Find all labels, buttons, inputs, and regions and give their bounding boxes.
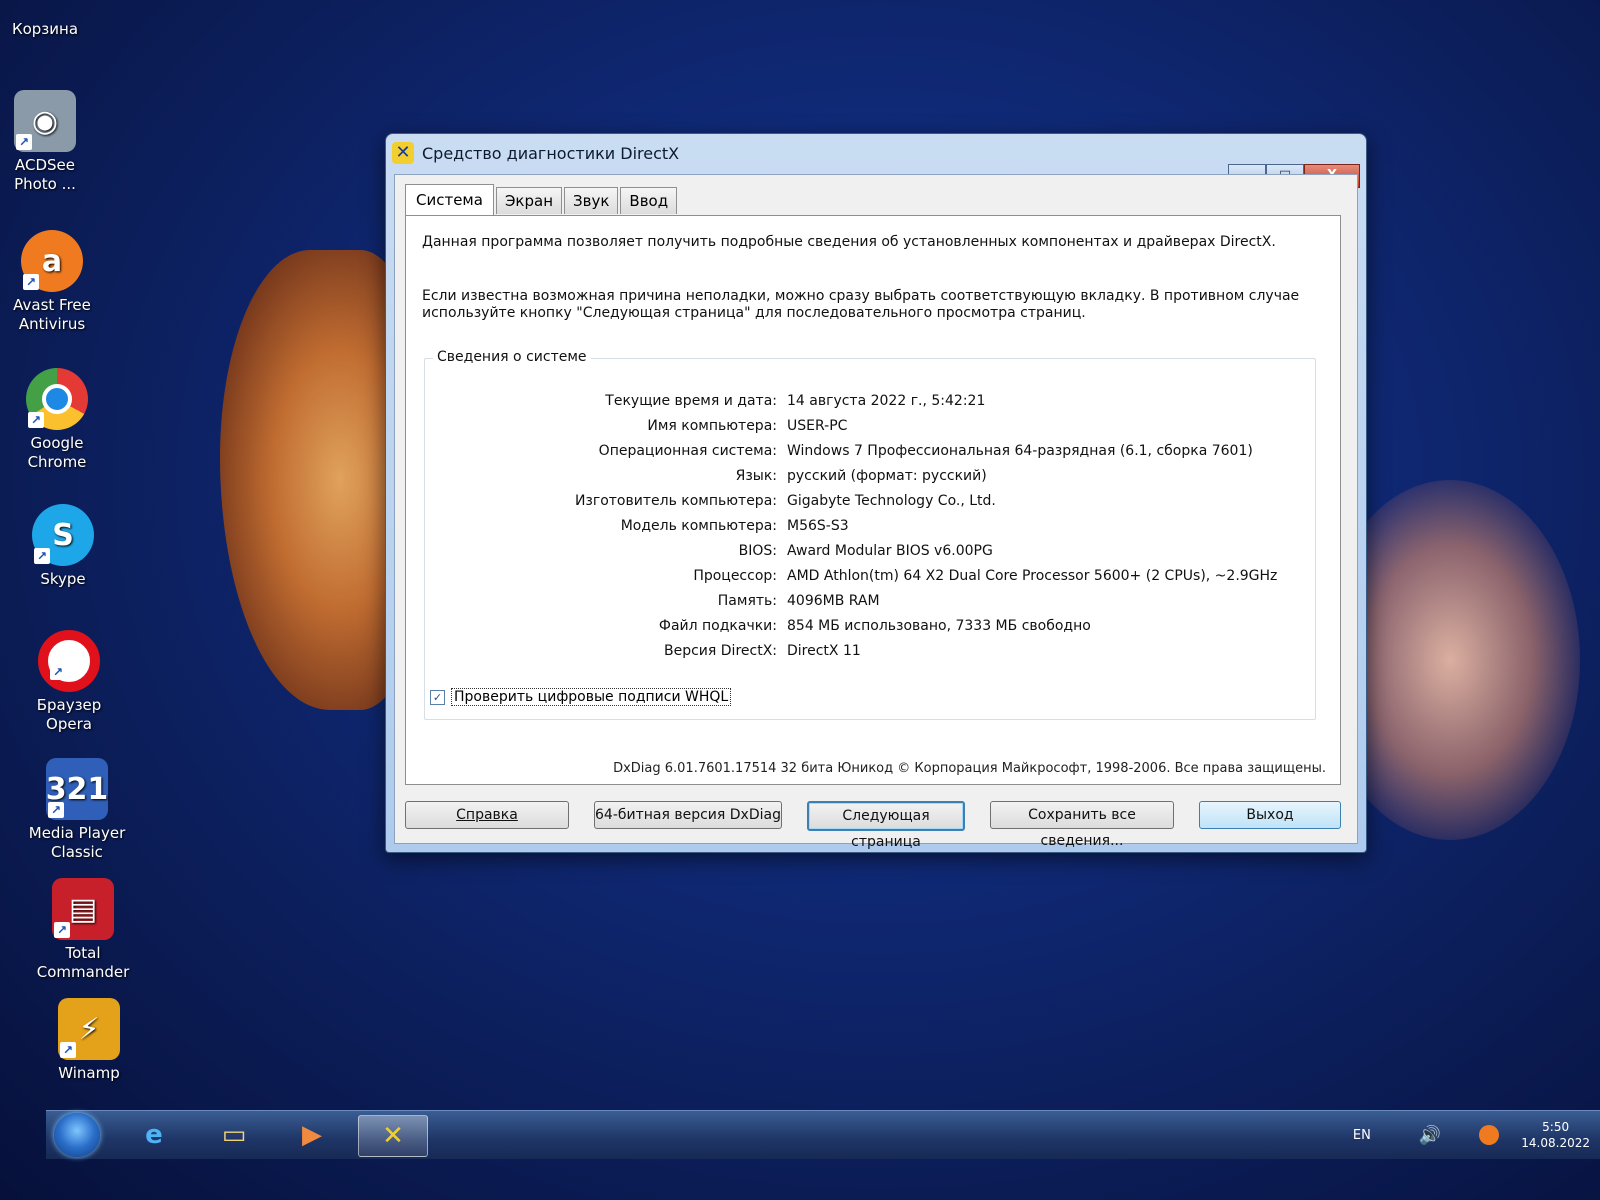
info-row-processor: Процессор: AMD Athlon(tm) 64 X2 Dual Core… [425, 564, 1315, 589]
info-value: 854 МБ использовано, 7333 МБ свободно [787, 618, 1091, 634]
info-label: Память: [717, 593, 777, 609]
internet-explorer-icon[interactable]: e [124, 1115, 184, 1155]
info-row-datetime: Текущие время и дата: 14 августа 2022 г.,… [425, 389, 1315, 414]
info-value: 4096MB RAM [787, 593, 880, 609]
desktop-icon-chrome[interactable]: ↗ Google Chrome [2, 368, 112, 472]
help-button[interactable]: Справка [405, 801, 569, 829]
info-value: USER-PC [787, 418, 848, 434]
clock[interactable]: 5:50 14.08.2022 [1521, 1119, 1590, 1151]
dxdiag-64bit-button[interactable]: 64-битная версия DxDiag [594, 801, 782, 829]
tab-sound[interactable]: Звук [564, 187, 619, 214]
whql-checkbox-row[interactable]: ✓ Проверить цифровые подписи WHQL [430, 688, 732, 706]
desktop-icon-winamp[interactable]: ⚡ ↗ Winamp [34, 998, 144, 1083]
info-value: русский (формат: русский) [787, 468, 987, 484]
info-value: Gigabyte Technology Co., Ltd. [787, 493, 996, 509]
window-titlebar[interactable]: ✕ Средство диагностики DirectX — □ X [386, 134, 1366, 188]
info-label: Имя компьютера: [647, 418, 777, 434]
clock-time: 5:50 [1542, 1120, 1570, 1134]
desktop-icon-label: Winamp [58, 1064, 120, 1082]
chrome-icon: ↗ [26, 368, 88, 430]
desktop-icon-label: Google Chrome [27, 434, 87, 471]
directx-icon: ✕ [392, 142, 414, 164]
window-client: Система Экран Звук Ввод Данная программа… [394, 174, 1358, 850]
desktop-icon-label: Корзина [11, 20, 79, 38]
media-player-classic-icon: 321 ↗ [46, 758, 108, 820]
desktop-icon-media-player-classic[interactable]: 321 ↗ Media Player Classic [22, 758, 132, 862]
info-row-computer-name: Имя компьютера: USER-PC [425, 414, 1315, 439]
info-label: Версия DirectX: [664, 643, 777, 659]
desktop-icon-label: Total Commander [36, 944, 130, 981]
dxdiag-taskbar-icon[interactable]: ✕ [358, 1115, 428, 1157]
info-value: Award Modular BIOS v6.00PG [787, 543, 993, 559]
info-row-language: Язык: русский (формат: русский) [425, 464, 1315, 489]
info-label: Операционная система: [598, 443, 777, 459]
language-indicator[interactable]: EN [1353, 1128, 1371, 1143]
taskbar: e ▭ ▶ ✕ EN 🔊 5:50 14.08.2022 [46, 1110, 1600, 1159]
info-label: Модель компьютера: [620, 518, 777, 534]
info-value: AMD Athlon(tm) 64 X2 Dual Core Processor… [787, 568, 1278, 584]
whql-checkbox-label[interactable]: Проверить цифровые подписи WHQL [451, 688, 732, 706]
desktop-icon-label: Media Player Classic [28, 824, 126, 861]
info-label: BIOS: [738, 543, 777, 559]
desktop-icon-recycle-bin[interactable]: Корзина [0, 0, 100, 39]
info-row-manufacturer: Изготовитель компьютера: Gigabyte Technol… [425, 489, 1315, 514]
desktop-icon-total-commander[interactable]: ▤ ↗ Total Commander [28, 878, 138, 982]
info-row-bios: BIOS: Award Modular BIOS v6.00PG [425, 539, 1315, 564]
whql-checkbox[interactable]: ✓ [430, 689, 445, 705]
intro-hint-text: Если известна возможная причина неполадк… [422, 288, 1300, 321]
tab-system[interactable]: Система [405, 184, 494, 215]
start-button[interactable] [54, 1113, 100, 1157]
copyright-text: DxDiag 6.01.7601.17514 32 бита Юникод © … [613, 761, 1326, 776]
volume-icon[interactable]: 🔊 [1419, 1125, 1441, 1146]
system-tray: EN 🔊 5:50 14.08.2022 [1353, 1111, 1590, 1159]
window-title: Средство диагностики DirectX [422, 144, 680, 163]
desktop-icon-skype[interactable]: S ↗ Skype [8, 504, 118, 589]
desktop-icon-label: Avast Free Antivirus [13, 296, 91, 333]
total-commander-icon: ▤ ↗ [52, 878, 114, 940]
desktop-icon-label: ACDSee Photo ... [14, 156, 76, 193]
info-value: Windows 7 Профессиональная 64-разрядная … [787, 443, 1253, 459]
info-label: Процессор: [693, 568, 777, 584]
file-explorer-icon[interactable]: ▭ [204, 1115, 264, 1155]
info-label: Язык: [735, 468, 777, 484]
system-info-rows: Текущие время и дата: 14 августа 2022 г.,… [425, 389, 1315, 664]
winamp-icon: ⚡ ↗ [58, 998, 120, 1060]
media-player-icon[interactable]: ▶ [282, 1115, 342, 1155]
exit-button[interactable]: Выход [1199, 801, 1341, 829]
tab-display[interactable]: Экран [495, 187, 563, 214]
tab-input[interactable]: Ввод [620, 187, 678, 214]
acdsee-icon: ◉ ↗ [14, 90, 76, 152]
clock-date: 14.08.2022 [1521, 1136, 1590, 1150]
info-row-directx-version: Версия DirectX: DirectX 11 [425, 639, 1315, 664]
desktop-icon-label: Skype [40, 570, 86, 588]
tab-strip: Система Экран Звук Ввод [405, 184, 679, 215]
skype-icon: S ↗ [32, 504, 94, 566]
info-label: Текущие время и дата: [605, 393, 777, 409]
avast-icon: a ↗ [21, 230, 83, 292]
opera-icon: ↗ [38, 630, 100, 692]
info-row-os: Операционная система: Windows 7 Профессио… [425, 439, 1315, 464]
desktop-icon-opera[interactable]: ↗ Браузер Opera [14, 630, 124, 734]
save-all-info-button[interactable]: Сохранить все сведения... [990, 801, 1174, 849]
group-title: Сведения о системе [433, 349, 591, 365]
info-value: DirectX 11 [787, 643, 861, 659]
info-label: Файл подкачки: [658, 618, 777, 634]
dxdiag-window: ✕ Средство диагностики DirectX — □ X Сис… [385, 133, 1367, 853]
button-row: Справка 64-битная версия DxDiag Следующа… [405, 801, 1341, 850]
info-value: M56S-S3 [787, 518, 849, 534]
system-tab-panel: Данная программа позволяет получить подр… [405, 215, 1341, 785]
desktop-icon-acdsee[interactable]: ◉ ↗ ACDSee Photo ... [0, 90, 100, 194]
info-row-pagefile: Файл подкачки: 854 МБ использовано, 7333 … [425, 614, 1315, 639]
next-page-button[interactable]: Следующая страница [807, 801, 965, 850]
info-row-memory: Память: 4096MB RAM [425, 589, 1315, 614]
desktop-icon-avast[interactable]: a ↗ Avast Free Antivirus [0, 230, 107, 334]
info-label: Изготовитель компьютера: [574, 493, 777, 509]
info-row-model: Модель компьютера: M56S-S3 [425, 514, 1315, 539]
desktop-icon-label: Браузер Opera [36, 696, 102, 733]
system-info-group: Сведения о системе Текущие время и дата:… [424, 349, 1316, 720]
info-value: 14 августа 2022 г., 5:42:21 [787, 393, 986, 409]
avast-tray-icon[interactable] [1479, 1125, 1500, 1145]
intro-text: Данная программа позволяет получить подр… [422, 234, 1276, 250]
